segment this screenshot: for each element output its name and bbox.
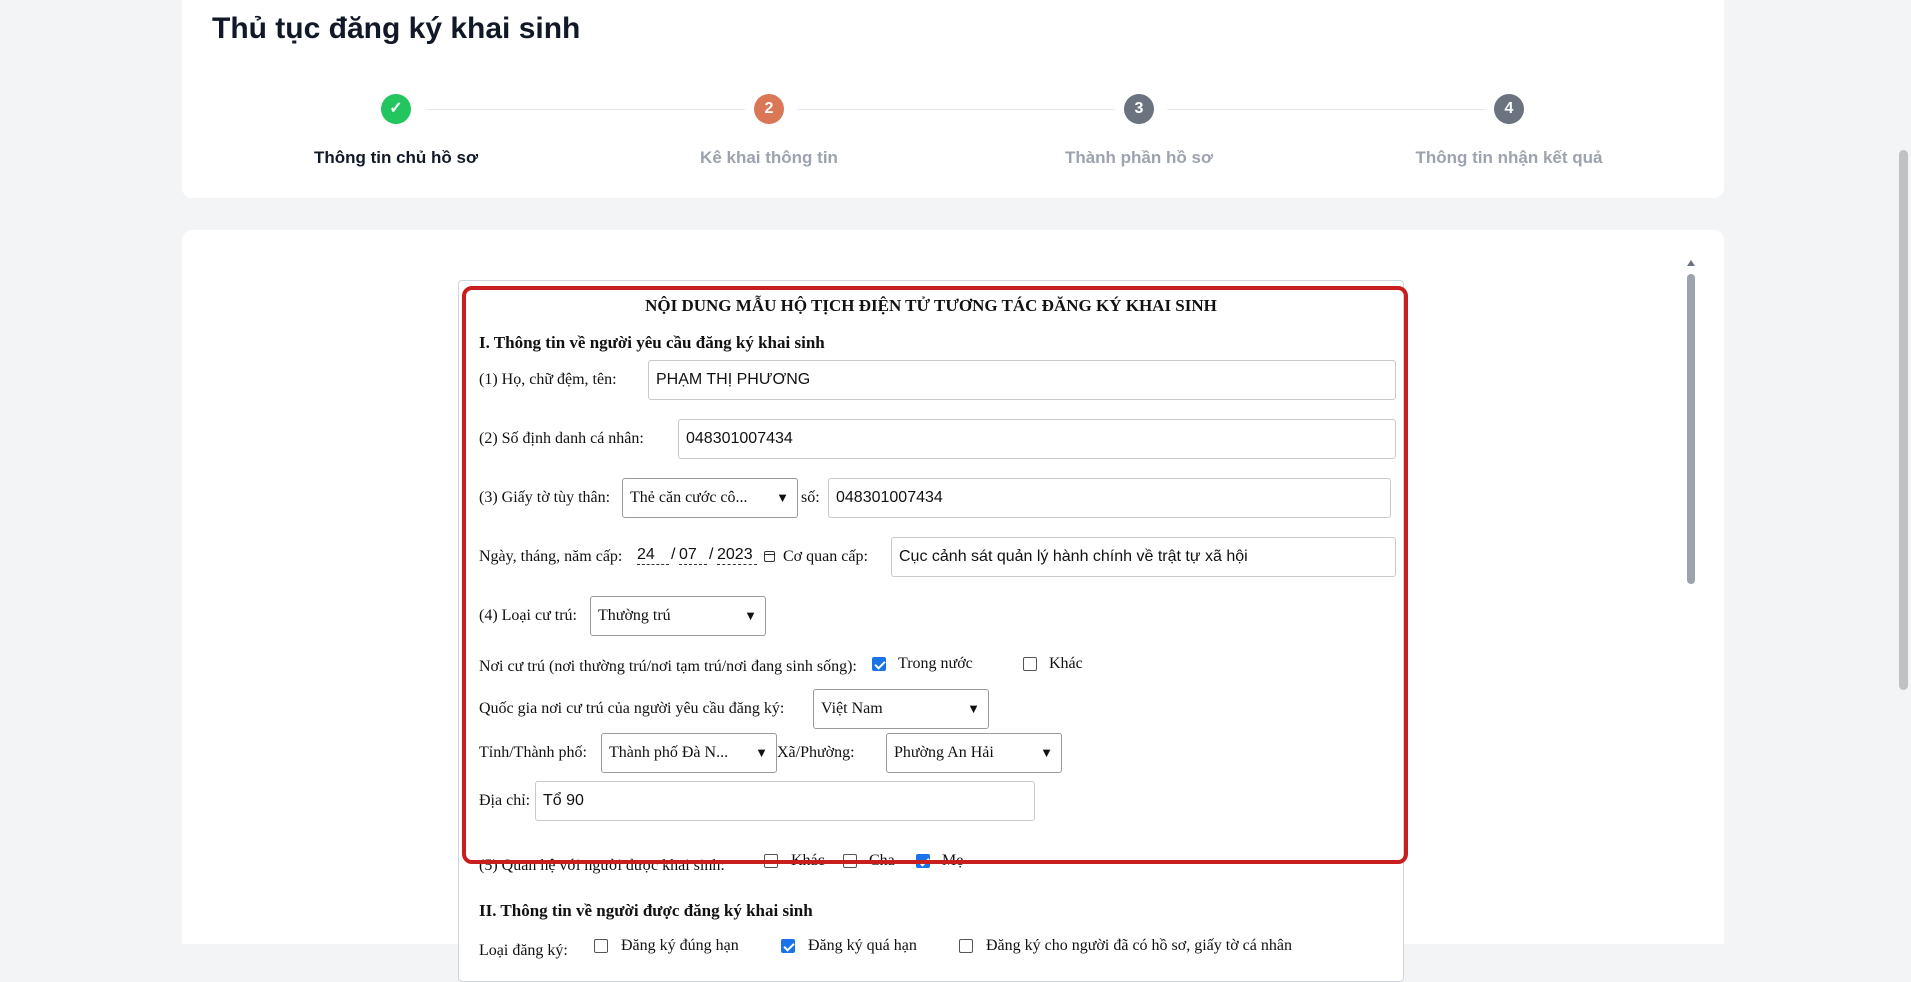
relation-mother-checkbox[interactable] xyxy=(916,854,930,868)
issue-date-label: Ngày, tháng, năm cấp: xyxy=(479,548,623,565)
issue-month-field[interactable]: 07 xyxy=(679,546,707,565)
residence-domestic-label: Trong nước xyxy=(898,655,973,672)
province-value: Thành phố Đà N... xyxy=(609,744,729,761)
chevron-down-icon: ▼ xyxy=(1040,745,1053,760)
relation-other-checkbox[interactable] xyxy=(764,854,778,868)
calendar-icon[interactable] xyxy=(764,551,775,562)
residence-type-select[interactable]: Thường trú ▼ xyxy=(590,596,766,636)
id-document-type-value: Thẻ căn cước cô... xyxy=(630,489,748,506)
issue-day-field[interactable]: 24 xyxy=(637,546,669,565)
step-3-circle[interactable]: 3 xyxy=(1124,94,1154,124)
country-value: Việt Nam xyxy=(821,700,883,717)
personal-id-input[interactable]: 048301007434 xyxy=(678,419,1396,459)
date-separator: / xyxy=(709,546,714,563)
issuer-input[interactable]: Cục cảnh sát quản lý hành chính về trật … xyxy=(891,537,1396,577)
page-scrollbar-thumb[interactable] xyxy=(1899,150,1908,690)
ward-label: Xã/Phường: xyxy=(777,744,855,761)
relation-label: (5) Quan hệ với người được khai sinh: xyxy=(479,857,725,874)
residence-other-checkbox[interactable] xyxy=(1023,657,1037,671)
id-number-input[interactable]: 048301007434 xyxy=(828,478,1391,518)
step-1-check-icon[interactable]: ✓ xyxy=(381,94,411,124)
relation-other-label: Khác xyxy=(791,852,825,869)
residence-place-label: Nơi cư trú (nơi thường trú/nơi tạm trú/n… xyxy=(479,658,857,675)
personal-id-label: (2) Số định danh cá nhân: xyxy=(479,430,644,447)
relation-father-label: Cha xyxy=(869,852,895,869)
birth-registration-form: NỘI DUNG MẪU HỘ TỊCH ĐIỆN TỬ TƯƠNG TÁC Đ… xyxy=(458,280,1404,982)
section-1-heading: I. Thông tin về người yêu cầu đăng ký kh… xyxy=(479,333,825,352)
form-scrollbar[interactable] xyxy=(1684,260,1698,944)
header-card: Thủ tục đăng ký khai sinh ✓ 2 3 4 Thông … xyxy=(182,0,1724,198)
form-card: NỘI DUNG MẪU HỘ TỊCH ĐIỆN TỬ TƯƠNG TÁC Đ… xyxy=(182,230,1724,982)
reg-with-docs-label: Đăng ký cho người đã có hồ sơ, giấy tờ c… xyxy=(986,937,1292,954)
id-document-type-select[interactable]: Thẻ căn cước cô... ▼ xyxy=(622,478,798,518)
step-connector xyxy=(427,109,745,110)
country-select[interactable]: Việt Nam ▼ xyxy=(813,689,989,729)
chevron-down-icon: ▼ xyxy=(776,490,789,505)
issuer-label: Cơ quan cấp: xyxy=(783,548,868,565)
relation-father-checkbox[interactable] xyxy=(843,854,857,868)
id-document-label: (3) Giấy tờ tùy thân: xyxy=(479,489,611,506)
step-4-label[interactable]: Thông tin nhận kết quả xyxy=(1359,148,1659,168)
page-title: Thủ tục đăng ký khai sinh xyxy=(212,12,581,45)
step-1-label[interactable]: Thông tin chủ hồ sơ xyxy=(246,148,546,168)
step-3-label[interactable]: Thành phần hồ sơ xyxy=(989,148,1289,168)
country-label: Quốc gia nơi cư trú của người yêu cầu đă… xyxy=(479,700,785,717)
residence-type-label: (4) Loại cư trú: xyxy=(479,607,577,624)
page-scrollbar[interactable] xyxy=(1896,0,1911,944)
province-select[interactable]: Thành phố Đà N... ▼ xyxy=(601,733,777,773)
address-label: Địa chỉ: xyxy=(479,792,531,809)
residence-type-value: Thường trú xyxy=(598,607,671,624)
chevron-down-icon: ▼ xyxy=(755,745,768,760)
step-2-circle[interactable]: 2 xyxy=(754,94,784,124)
step-connector xyxy=(1167,109,1485,110)
reg-with-docs-checkbox[interactable] xyxy=(959,939,973,953)
section-2-heading: II. Thông tin về người được đăng ký khai… xyxy=(479,901,813,920)
scrollbar-thumb[interactable] xyxy=(1687,274,1695,584)
issue-year-field[interactable]: 2023 xyxy=(717,546,757,565)
ward-value: Phường An Hải xyxy=(894,744,994,761)
id-number-label: số: xyxy=(801,489,820,506)
full-name-input[interactable]: PHẠM THỊ PHƯƠNG xyxy=(648,360,1396,400)
reg-late-checkbox[interactable] xyxy=(781,939,795,953)
address-input[interactable]: Tổ 90 xyxy=(535,781,1035,821)
province-label: Tỉnh/Thành phố: xyxy=(479,744,587,761)
residence-other-label: Khác xyxy=(1049,655,1083,672)
relation-mother-label: Mẹ xyxy=(942,852,964,869)
chevron-down-icon: ▼ xyxy=(967,701,980,716)
reg-on-time-label: Đăng ký đúng hạn xyxy=(621,937,739,954)
scroll-up-arrow-icon[interactable] xyxy=(1687,260,1695,266)
name-label: (1) Họ, chữ đệm, tên: xyxy=(479,371,617,388)
registration-type-label: Loại đăng ký: xyxy=(479,942,568,959)
reg-on-time-checkbox[interactable] xyxy=(594,939,608,953)
reg-late-label: Đăng ký quá hạn xyxy=(808,937,917,954)
residence-domestic-checkbox[interactable] xyxy=(872,657,886,671)
step-connector xyxy=(797,109,1115,110)
form-title: NỘI DUNG MẪU HỘ TỊCH ĐIỆN TỬ TƯƠNG TÁC Đ… xyxy=(645,296,1217,315)
date-separator: / xyxy=(671,546,676,563)
step-2-label[interactable]: Kê khai thông tin xyxy=(619,148,919,168)
chevron-down-icon: ▼ xyxy=(744,608,757,623)
step-4-circle[interactable]: 4 xyxy=(1494,94,1524,124)
ward-select[interactable]: Phường An Hải ▼ xyxy=(886,733,1062,773)
